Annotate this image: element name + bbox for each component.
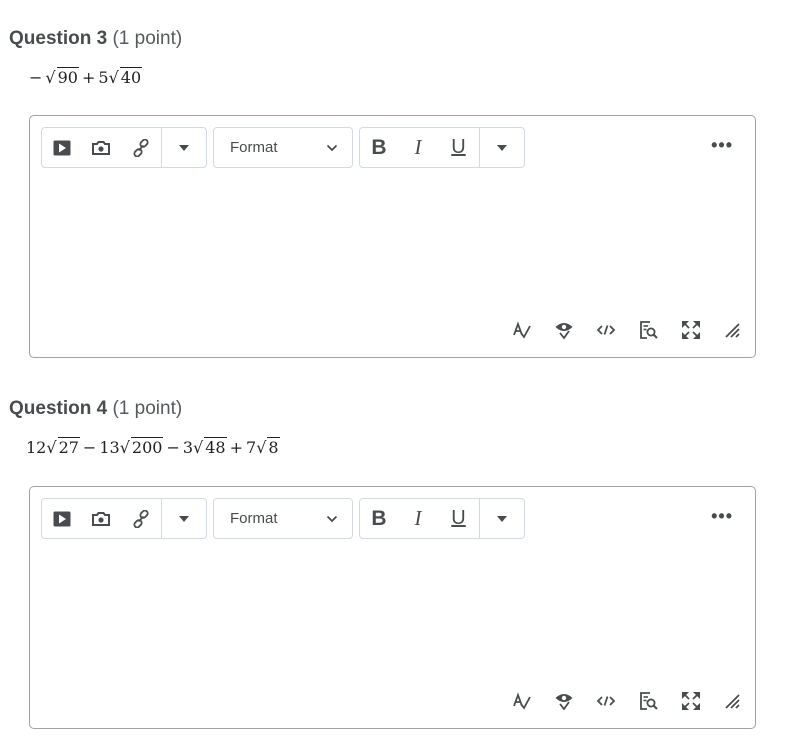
math-coefficient: 3: [182, 438, 194, 457]
bold-button[interactable]: B: [360, 128, 398, 167]
format-select[interactable]: Format: [213, 498, 353, 539]
radical-sign: √: [119, 438, 130, 457]
italic-button[interactable]: I: [398, 499, 438, 538]
editor-status-bar: [30, 689, 755, 713]
math-coefficient: 5: [98, 68, 109, 87]
question-title: Question 4 (1 point): [9, 397, 182, 421]
text-style-group: B I U: [359, 498, 525, 539]
bold-button[interactable]: B: [360, 499, 398, 538]
format-select[interactable]: Format: [213, 127, 353, 168]
math-operator: +: [81, 68, 96, 87]
caret-down-icon: [497, 515, 507, 522]
radical-sign: √: [45, 68, 56, 87]
radicand: 27: [57, 437, 80, 457]
radicand: 90: [56, 67, 79, 87]
answer-editor[interactable]: Format B I U •••: [29, 115, 756, 358]
caret-down-icon: [178, 144, 189, 151]
insert-link-button[interactable]: [121, 499, 161, 538]
math-expression: − √ 90 +5√ 40: [26, 67, 143, 89]
radicand: 48: [204, 437, 227, 457]
spellcheck-icon[interactable]: [510, 318, 534, 342]
question-number: Question 4: [9, 398, 108, 419]
radical-sign: √: [46, 438, 57, 457]
camera-icon: [91, 511, 111, 527]
radicand: 8: [267, 437, 280, 457]
editor-content-area[interactable]: [30, 543, 755, 683]
math-operator: −: [82, 438, 97, 457]
question-number: Question 3: [9, 28, 108, 49]
more-options-button[interactable]: •••: [711, 136, 733, 154]
math-coefficient: 12: [26, 438, 47, 457]
video-icon: [53, 140, 71, 156]
spellcheck-icon[interactable]: [510, 689, 534, 713]
question-title: Question 3 (1 point): [9, 27, 182, 51]
link-icon: [132, 509, 150, 528]
math-expression: 12√ 27−13√ 200−3√ 48 +7√ 8: [26, 437, 280, 459]
radical-sign: √: [193, 438, 204, 457]
insert-image-button[interactable]: [82, 128, 122, 167]
resize-handle-icon[interactable]: [721, 318, 745, 342]
camera-icon: [91, 140, 111, 156]
chevron-down-icon: [326, 515, 338, 523]
math-operator: +: [229, 438, 243, 457]
question-points: (1 point): [112, 398, 183, 419]
editor-status-bar: [30, 318, 755, 342]
preview-icon[interactable]: [636, 318, 660, 342]
math-coefficient: 13: [99, 438, 120, 457]
more-options-button[interactable]: •••: [711, 507, 733, 525]
format-select-label: Format: [230, 139, 278, 156]
preview-icon[interactable]: [636, 689, 660, 713]
resize-handle-icon[interactable]: [721, 689, 745, 713]
insert-video-button[interactable]: [42, 128, 82, 167]
link-icon: [132, 138, 150, 157]
underline-button[interactable]: U: [438, 128, 479, 167]
radical-sign: √: [256, 438, 267, 457]
source-code-icon[interactable]: [594, 689, 618, 713]
radical-sign: √: [108, 68, 119, 87]
caret-down-icon: [178, 515, 189, 522]
insert-more-dropdown[interactable]: [162, 499, 206, 538]
accessibility-checker-icon[interactable]: [552, 689, 576, 713]
radicand: 40: [119, 67, 143, 87]
insert-video-button[interactable]: [42, 499, 82, 538]
question-points: (1 point): [112, 28, 183, 49]
text-style-group: B I U: [359, 127, 525, 168]
text-style-dropdown[interactable]: [480, 128, 524, 167]
source-code-icon[interactable]: [594, 318, 618, 342]
insert-link-button[interactable]: [121, 128, 161, 167]
insert-toolbar-group: [41, 127, 207, 168]
editor-content-area[interactable]: [30, 172, 755, 312]
chevron-down-icon: [326, 144, 338, 152]
answer-editor[interactable]: Format B I U •••: [29, 486, 756, 729]
insert-image-button[interactable]: [82, 499, 122, 538]
insert-toolbar-group: [41, 498, 207, 539]
format-select-label: Format: [230, 510, 278, 527]
video-icon: [53, 511, 71, 527]
text-style-dropdown[interactable]: [480, 499, 524, 538]
fullscreen-icon[interactable]: [679, 318, 703, 342]
underline-button[interactable]: U: [438, 499, 479, 538]
italic-button[interactable]: I: [398, 128, 438, 167]
caret-down-icon: [497, 144, 507, 151]
math-coefficient: 7: [246, 438, 257, 457]
radicand: 200: [130, 437, 164, 457]
fullscreen-icon[interactable]: [679, 689, 703, 713]
math-operator: −: [29, 68, 43, 87]
accessibility-checker-icon[interactable]: [552, 318, 576, 342]
math-operator: −: [166, 438, 180, 457]
insert-more-dropdown[interactable]: [162, 128, 206, 167]
